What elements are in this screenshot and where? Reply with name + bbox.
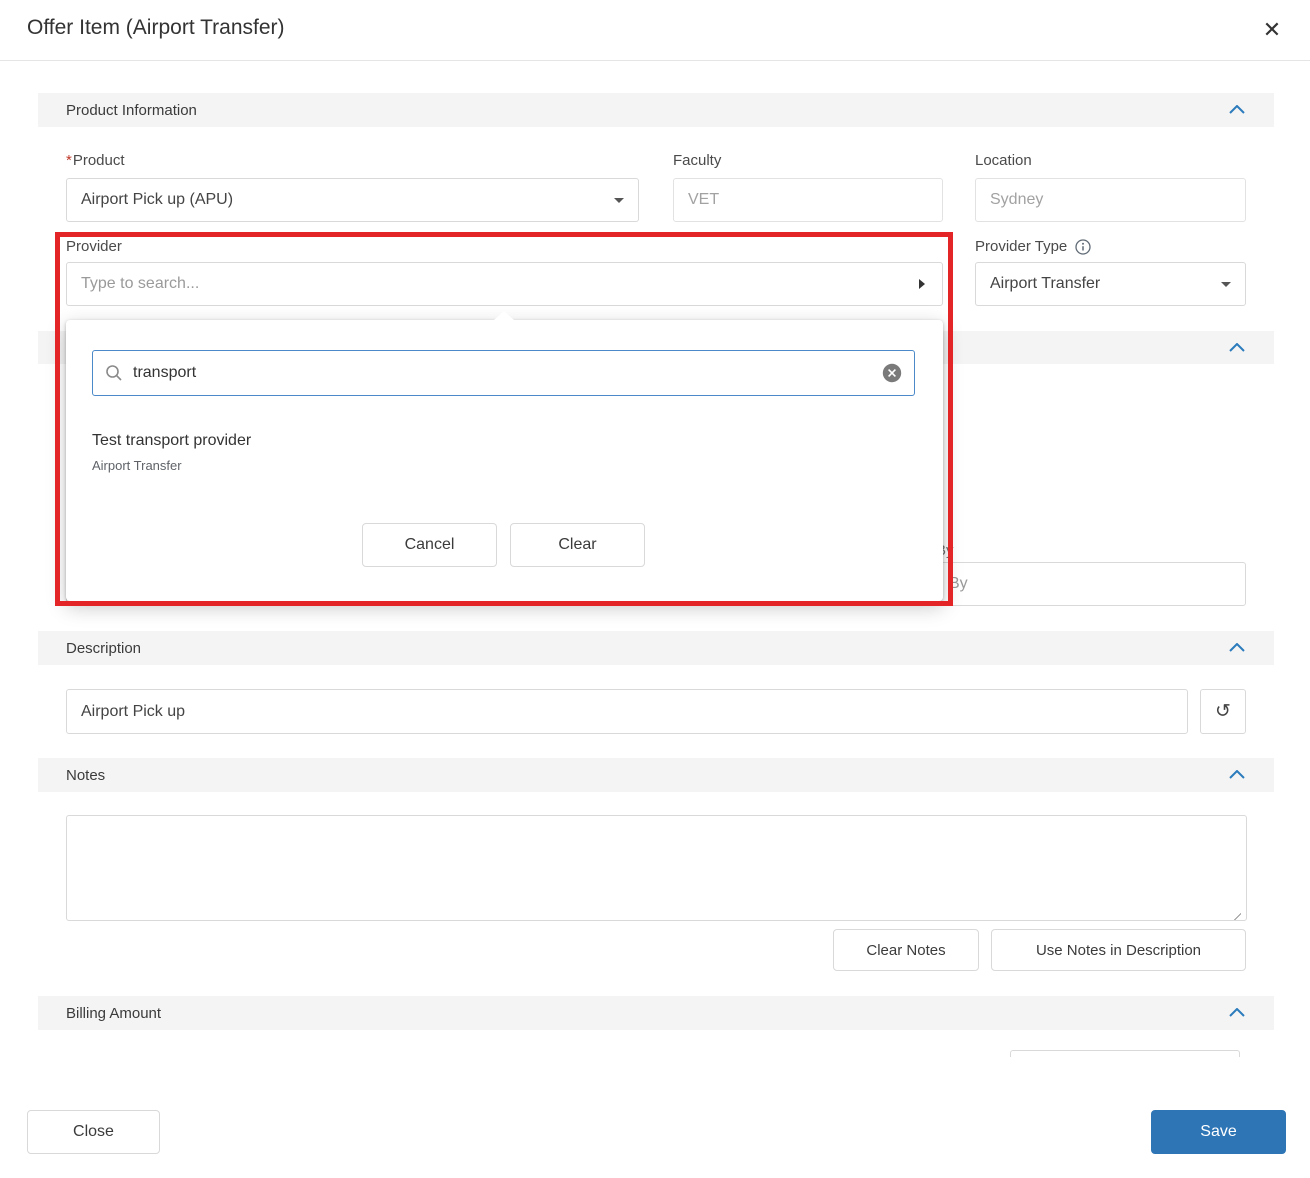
cancel-button[interactable]: Cancel: [362, 523, 497, 567]
section-title-notes: Notes: [66, 767, 105, 784]
search-icon: [105, 364, 123, 382]
section-product-information: Product Information: [38, 93, 1274, 127]
provider-type-dropdown[interactable]: Airport Transfer: [975, 262, 1246, 306]
product-dropdown[interactable]: Airport Pick up (APU): [66, 178, 639, 222]
use-notes-in-description-button[interactable]: Use Notes in Description: [991, 929, 1246, 971]
section-notes: Notes: [38, 758, 1274, 792]
collapse-chevron-icon-obscured[interactable]: [1228, 340, 1246, 354]
section-title-product-information: Product Information: [66, 102, 197, 119]
close-icon[interactable]: ✕: [1252, 10, 1292, 50]
section-title-description: Description: [66, 640, 141, 657]
section-description: Description: [38, 631, 1274, 665]
section-title-billing-amount: Billing Amount: [66, 1005, 161, 1022]
product-label: *Product: [66, 152, 125, 169]
billing-partial-field[interactable]: [1010, 1050, 1240, 1057]
obscured-input-fragment: By: [949, 575, 968, 593]
modal-header: Offer Item (Airport Transfer) ✕: [0, 0, 1310, 61]
chevron-down-icon: [1221, 282, 1231, 287]
popup-search-box: [92, 350, 915, 396]
collapse-chevron-icon-billing-amount[interactable]: [1228, 1005, 1246, 1019]
collapse-chevron-icon-product-information[interactable]: [1228, 102, 1246, 116]
save-button[interactable]: Save: [1151, 1110, 1286, 1154]
search-result-title[interactable]: Test transport provider: [92, 432, 251, 450]
provider-search-wrapper: [66, 262, 943, 306]
required-asterisk: *: [66, 152, 72, 169]
chevron-down-icon: [614, 198, 624, 203]
notes-textarea[interactable]: [66, 815, 1247, 921]
provider-search-input[interactable]: [66, 262, 943, 306]
popup-notch: [494, 311, 514, 320]
provider-search-popup: Test transport provider Airport Transfer…: [66, 320, 943, 601]
faculty-label: Faculty: [673, 152, 721, 169]
clear-button[interactable]: Clear: [510, 523, 645, 567]
provider-type-value: Airport Transfer: [990, 275, 1100, 293]
section-billing-amount: Billing Amount: [38, 996, 1274, 1030]
popup-search-input[interactable]: [133, 364, 872, 382]
description-field[interactable]: [66, 689, 1188, 734]
product-dropdown-value: Airport Pick up (APU): [81, 191, 233, 209]
provider-type-label: Provider Type: [975, 238, 1091, 255]
close-button[interactable]: Close: [27, 1110, 160, 1154]
faculty-field[interactable]: [673, 178, 943, 222]
collapse-chevron-icon-description[interactable]: [1228, 640, 1246, 654]
info-icon[interactable]: [1075, 239, 1091, 255]
search-result-subtitle: Airport Transfer: [92, 458, 182, 473]
chevron-right-icon: [919, 279, 925, 289]
modal-title: Offer Item (Airport Transfer): [27, 16, 285, 40]
clear-search-icon[interactable]: [882, 363, 902, 383]
location-label: Location: [975, 152, 1032, 169]
provider-label: Provider: [66, 238, 122, 255]
history-restore-icon[interactable]: ↺: [1200, 689, 1246, 734]
collapse-chevron-icon-notes[interactable]: [1228, 767, 1246, 781]
offer-item-modal: Offer Item (Airport Transfer) ✕ Product …: [0, 0, 1310, 1178]
location-field[interactable]: [975, 178, 1246, 222]
clear-notes-button[interactable]: Clear Notes: [833, 929, 979, 971]
